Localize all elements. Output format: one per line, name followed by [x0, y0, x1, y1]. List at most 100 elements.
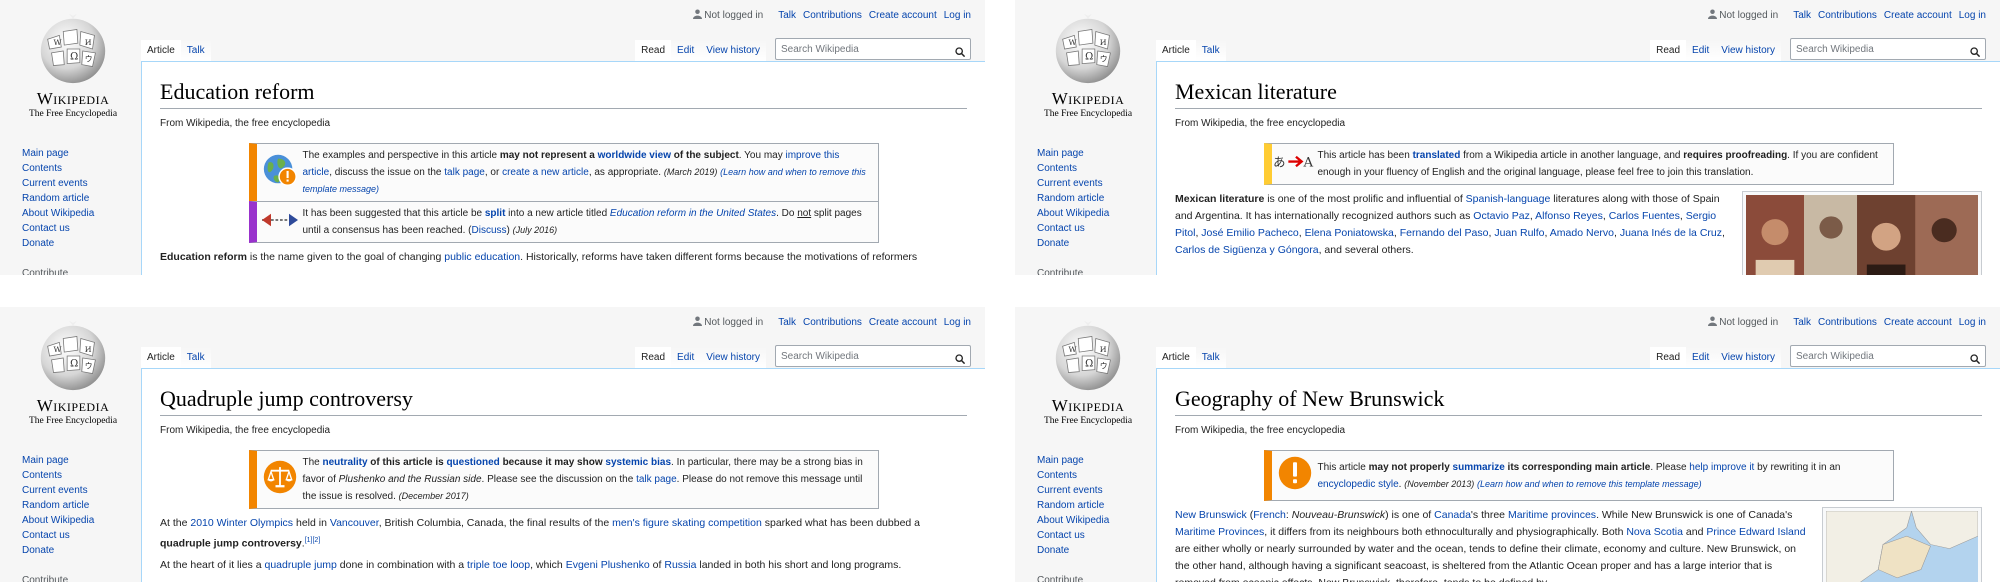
- search-icon[interactable]: [1970, 44, 1981, 58]
- tab-read[interactable]: Read: [635, 347, 672, 369]
- wiki-link[interactable]: Amado Nervo: [1550, 227, 1614, 239]
- sidebar-link[interactable]: Contents: [1037, 468, 1157, 483]
- map-thumbnail[interactable]: [1822, 507, 1982, 582]
- sidebar-link[interactable]: Contents: [1037, 161, 1157, 176]
- wiki-link[interactable]: Canada: [1434, 509, 1471, 521]
- search-input[interactable]: [1791, 346, 1956, 367]
- tab-talk[interactable]: Talk: [1195, 347, 1226, 369]
- sidebar-link[interactable]: About Wikipedia: [22, 206, 142, 221]
- wiki-link[interactable]: create a new article: [502, 167, 589, 178]
- wiki-link[interactable]: encyclopedic style: [1318, 479, 1399, 490]
- sidebar-link[interactable]: Contact us: [1037, 221, 1157, 236]
- wikipedia-logo[interactable]: Ω W И ウ Wikipedia The Free Encyclopedia: [1033, 317, 1143, 426]
- wikipedia-logo[interactable]: Ω W И ウ Wikipedia The Free Encyclopedia: [1033, 10, 1143, 119]
- wiki-link[interactable]: public education: [444, 251, 520, 263]
- tab-edit[interactable]: Edit: [671, 40, 701, 62]
- contributions-link[interactable]: Contributions: [803, 10, 862, 21]
- tab-edit[interactable]: Edit: [1686, 40, 1716, 62]
- sidebar-link[interactable]: Contact us: [1037, 528, 1157, 543]
- sidebar-link[interactable]: About Wikipedia: [22, 513, 142, 528]
- wiki-link[interactable]: French: [1253, 509, 1286, 521]
- sidebar-link[interactable]: Donate: [1037, 543, 1157, 558]
- sidebar-link[interactable]: Current events: [22, 176, 142, 191]
- sidebar-link[interactable]: Donate: [22, 236, 142, 251]
- tab-view-history[interactable]: View history: [1715, 40, 1781, 62]
- tab-talk[interactable]: Talk: [180, 347, 211, 369]
- sidebar-link[interactable]: Current events: [1037, 483, 1157, 498]
- wiki-link[interactable]: questioned: [446, 457, 499, 468]
- wiki-link[interactable]: neutrality: [323, 457, 368, 468]
- wiki-link[interactable]: systemic bias: [605, 457, 671, 468]
- wiki-link[interactable]: split: [485, 208, 506, 219]
- wiki-link[interactable]: Russia: [664, 559, 696, 571]
- tab-talk[interactable]: Talk: [1195, 40, 1226, 62]
- sidebar-link[interactable]: Donate: [1037, 236, 1157, 251]
- sidebar-link[interactable]: Current events: [1037, 176, 1157, 191]
- wiki-link[interactable]: summarize: [1453, 462, 1505, 473]
- create-account-link[interactable]: Create account: [1884, 317, 1952, 328]
- search-input[interactable]: [776, 39, 941, 60]
- wiki-link[interactable]: Nova Scotia: [1626, 526, 1683, 538]
- tab-read[interactable]: Read: [1650, 40, 1687, 62]
- sidebar-link[interactable]: Contents: [22, 161, 142, 176]
- wiki-link[interactable]: Carlos Fuentes: [1609, 210, 1680, 222]
- wiki-link[interactable]: Juana Inés de la Cruz: [1620, 227, 1722, 239]
- search-icon[interactable]: [955, 351, 966, 365]
- wiki-link[interactable]: Education reform in the United States: [610, 208, 776, 219]
- sidebar-link[interactable]: Random article: [22, 498, 142, 513]
- tab-view-history[interactable]: View history: [700, 40, 766, 62]
- sidebar-link[interactable]: Contents: [22, 468, 142, 483]
- wiki-link[interactable]: men's figure skating competition: [612, 517, 762, 529]
- sidebar-link[interactable]: About Wikipedia: [1037, 206, 1157, 221]
- contributions-link[interactable]: Contributions: [1818, 317, 1877, 328]
- tab-article[interactable]: Article: [1156, 347, 1196, 369]
- tab-edit[interactable]: Edit: [1686, 347, 1716, 369]
- tab-read[interactable]: Read: [1650, 347, 1687, 369]
- sidebar-link[interactable]: Random article: [1037, 498, 1157, 513]
- sidebar-link[interactable]: Main page: [1037, 453, 1157, 468]
- tab-article[interactable]: Article: [141, 347, 181, 369]
- create-account-link[interactable]: Create account: [1884, 10, 1952, 21]
- wiki-link[interactable]: Carlos de Sigüenza y Góngora: [1175, 244, 1319, 256]
- search-input[interactable]: [1791, 39, 1956, 60]
- wiki-link[interactable]: Discuss: [472, 225, 507, 236]
- sidebar-link[interactable]: Donate: [22, 543, 142, 558]
- wiki-link[interactable]: (Learn how and when to remove this templ…: [1477, 479, 1702, 489]
- wiki-link[interactable]: worldwide view: [598, 150, 671, 161]
- personal-talk-link[interactable]: Talk: [1793, 317, 1811, 328]
- wiki-link[interactable]: Evgeni Plushenko: [566, 559, 650, 571]
- create-account-link[interactable]: Create account: [869, 317, 937, 328]
- wiki-link[interactable]: talk page: [444, 167, 485, 178]
- wiki-link[interactable]: New Brunswick: [1175, 509, 1247, 521]
- wiki-link[interactable]: Octavio Paz: [1473, 210, 1530, 222]
- wiki-link[interactable]: Maritime Provinces: [1175, 526, 1264, 538]
- wiki-link[interactable]: Juan Rulfo: [1494, 227, 1544, 239]
- wiki-link[interactable]: Spanish-language: [1466, 193, 1551, 205]
- sidebar-link[interactable]: Contact us: [22, 528, 142, 543]
- reference-link[interactable]: [1][2]: [305, 537, 321, 544]
- tab-view-history[interactable]: View history: [700, 347, 766, 369]
- wiki-link[interactable]: triple toe loop: [467, 559, 530, 571]
- wiki-link[interactable]: talk page: [636, 474, 677, 485]
- sidebar-link[interactable]: Random article: [22, 191, 142, 206]
- log-in-link[interactable]: Log in: [1959, 317, 1986, 328]
- tab-article[interactable]: Article: [1156, 40, 1196, 62]
- log-in-link[interactable]: Log in: [944, 10, 971, 21]
- tab-article[interactable]: Article: [141, 40, 181, 62]
- search-icon[interactable]: [955, 44, 966, 58]
- sidebar-link[interactable]: Main page: [22, 453, 142, 468]
- wiki-link[interactable]: José Emilio Pacheco: [1201, 227, 1298, 239]
- wiki-link[interactable]: Fernando del Paso: [1400, 227, 1489, 239]
- personal-talk-link[interactable]: Talk: [1793, 10, 1811, 21]
- wiki-link[interactable]: Vancouver: [330, 517, 379, 529]
- tab-read[interactable]: Read: [635, 40, 672, 62]
- wiki-link[interactable]: Maritime provinces: [1508, 509, 1596, 521]
- wikipedia-logo[interactable]: Ω W И ウ Wikipedia The Free Encyclopedia: [18, 10, 128, 119]
- personal-talk-link[interactable]: Talk: [778, 10, 796, 21]
- wiki-link[interactable]: 2010 Winter Olympics: [190, 517, 293, 529]
- wiki-link[interactable]: Prince Edward Island: [1706, 526, 1805, 538]
- sidebar-link[interactable]: About Wikipedia: [1037, 513, 1157, 528]
- wiki-link[interactable]: quadruple jump: [264, 559, 336, 571]
- contributions-link[interactable]: Contributions: [1818, 10, 1877, 21]
- sidebar-link[interactable]: Current events: [22, 483, 142, 498]
